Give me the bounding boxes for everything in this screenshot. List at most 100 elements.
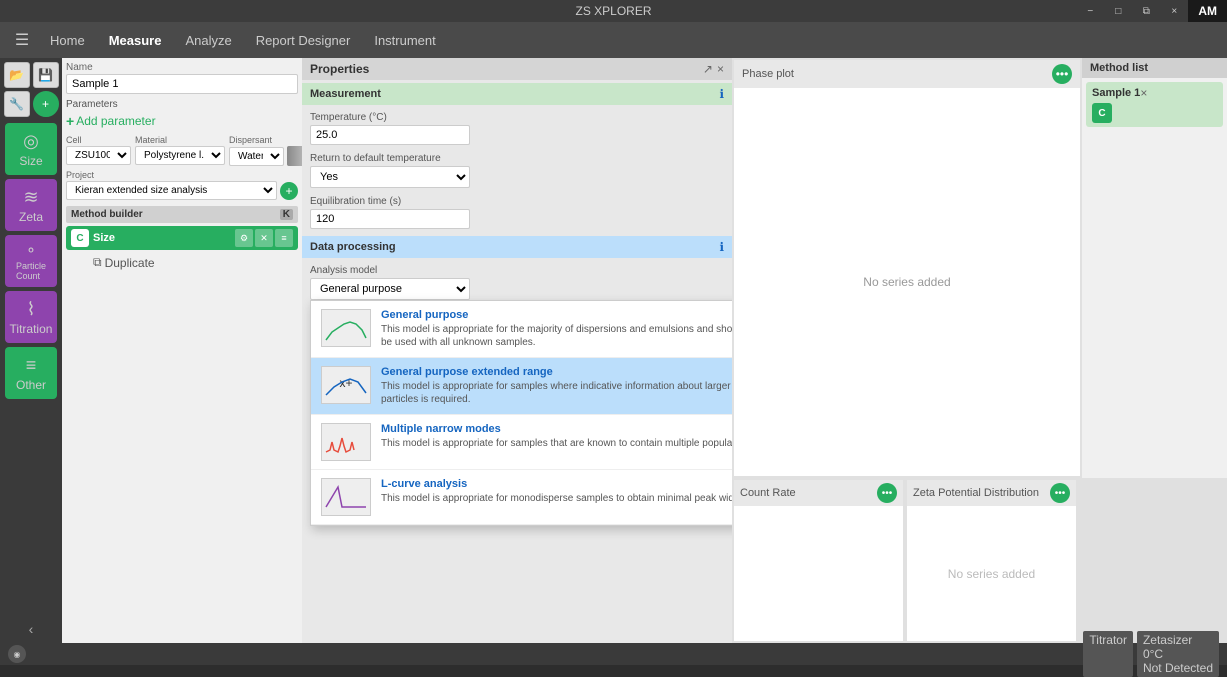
cell-group: Cell ZSU1002	[66, 135, 131, 166]
method-builder-close-button[interactable]: K	[280, 209, 293, 220]
sidebar-item-titration[interactable]: ⌇ Titration	[5, 291, 57, 343]
settings-button[interactable]: 🔧	[4, 91, 30, 117]
analysis-dropdown: General purpose This model is appropriat…	[310, 300, 732, 526]
dropdown-item-multiple-narrow[interactable]: Multiple narrow modes This model is appr…	[311, 415, 732, 470]
window-controls: − □ ⧉ × AM	[1076, 0, 1227, 22]
properties-close-button[interactable]: ×	[717, 62, 724, 76]
sidebar-item-size[interactable]: ◎ Size	[5, 123, 57, 175]
title-bar: ZS XPLORER − □ ⧉ × AM	[0, 0, 1227, 22]
app-title: ZS XPLORER	[575, 4, 651, 18]
dropdown-desc-multiple-narrow: This model is appropriate for samples th…	[381, 437, 732, 450]
dispersant-color-bar	[287, 146, 302, 166]
return-temp-group: Return to default temperature Yes No	[302, 149, 732, 192]
method-builder-header: Method builder K	[66, 206, 298, 223]
sidebar-item-zeta[interactable]: ≋ Zeta	[5, 179, 57, 231]
size-drag-button[interactable]: ≡	[275, 229, 293, 247]
cell-select[interactable]: ZSU1002	[66, 146, 131, 165]
project-row: Kieran extended size analysis +	[66, 181, 298, 200]
duplicate-icon: ⧉	[93, 255, 102, 270]
method-sample-item[interactable]: Sample 1 × C	[1086, 82, 1223, 127]
temperature-group: Temperature (°C)	[302, 108, 732, 149]
project-label: Project	[66, 170, 298, 180]
temperature-input[interactable]	[310, 125, 470, 145]
menu-home[interactable]: Home	[40, 29, 95, 52]
cell-label: Cell	[66, 135, 131, 145]
zeta-dist-chart-area: No series added	[907, 506, 1076, 641]
zeta-dist-header: Zeta Potential Distribution •••	[907, 480, 1076, 506]
method-builder-title: Method builder	[71, 209, 143, 220]
equil-input[interactable]	[310, 209, 470, 229]
project-select[interactable]: Kieran extended size analysis	[66, 181, 277, 200]
zetasizer-detect: Not Detected	[1143, 661, 1213, 675]
method-sample-close-button[interactable]: ×	[1140, 86, 1147, 100]
minimize-button[interactable]: −	[1076, 0, 1104, 22]
dropdown-thumb-extended-range: x+	[321, 366, 371, 404]
sidebar-item-zeta-label: Zeta	[19, 210, 43, 224]
save-button[interactable]: 💾	[33, 62, 59, 88]
dropdown-title-multiple-narrow: Multiple narrow modes	[381, 423, 732, 435]
sidebar-item-titration-label: Titration	[10, 322, 53, 336]
properties-panel: Properties ↗ × Measurement ℹ Temperature…	[302, 58, 732, 643]
phase-plot-menu-button[interactable]: •••	[1052, 64, 1072, 84]
dispersant-select[interactable]: Water	[229, 147, 284, 166]
method-sample-icon: C	[1092, 103, 1112, 123]
tool-panel: Name Parameters + Add parameter Cell ZSU…	[62, 58, 302, 643]
size-edit-button[interactable]: ⚙	[235, 229, 253, 247]
add-button[interactable]: +	[33, 91, 59, 117]
dispersant-label: Dispersant	[229, 135, 302, 145]
zeta-dist-panel: Zeta Potential Distribution ••• No serie…	[907, 480, 1076, 641]
size-icon: ◎	[23, 131, 39, 152]
material-select[interactable]: Polystyrene l...	[135, 146, 225, 165]
toolbar: 📂 💾 🔧 +	[0, 62, 62, 117]
measurement-info-icon[interactable]: ℹ	[719, 87, 724, 101]
zeta-dist-title: Zeta Potential Distribution	[913, 487, 1039, 499]
restore-button[interactable]: ⧉	[1132, 0, 1160, 22]
duplicate-button[interactable]: ⧉ Duplicate	[88, 253, 298, 272]
size-item[interactable]: C Size ⚙ ✕ ≡	[66, 226, 298, 250]
count-rate-menu-button[interactable]: •••	[877, 483, 897, 503]
sidebar-item-other[interactable]: ≡ Other	[5, 347, 57, 399]
dropdown-text-multiple-narrow: Multiple narrow modes This model is appr…	[381, 423, 732, 450]
measurement-section-header: Measurement ℹ	[302, 83, 732, 105]
duplicate-label: Duplicate	[105, 256, 155, 270]
status-right: Titrator Zetasizer 0°C Not Detected	[1083, 631, 1219, 677]
user-badge: AM	[1188, 0, 1227, 22]
add-parameter-button[interactable]: + Add parameter	[66, 113, 298, 129]
menu-hamburger-icon[interactable]: ☰	[8, 26, 36, 54]
menu-instrument[interactable]: Instrument	[364, 29, 445, 52]
method-list-header: Method list	[1082, 58, 1227, 78]
dropdown-desc-general-purpose: This model is appropriate for the majori…	[381, 323, 732, 349]
menu-measure[interactable]: Measure	[99, 29, 172, 52]
material-group: Material Polystyrene l...	[135, 135, 225, 166]
properties-controls: ↗ ×	[703, 62, 724, 76]
menu-analyze[interactable]: Analyze	[175, 29, 241, 52]
close-button[interactable]: ×	[1160, 0, 1188, 22]
return-temp-select[interactable]: Yes No	[310, 166, 470, 188]
maximize-button[interactable]: □	[1104, 0, 1132, 22]
analysis-model-label: Analysis model	[310, 265, 724, 276]
titrator-label: Titrator	[1089, 633, 1127, 647]
sidebar-collapse-button[interactable]: ‹	[29, 621, 34, 643]
dropdown-item-general-purpose[interactable]: General purpose This model is appropriat…	[311, 301, 732, 358]
open-button[interactable]: 📂	[4, 62, 30, 88]
size-item-actions: ⚙ ✕ ≡	[235, 229, 293, 247]
size-remove-button[interactable]: ✕	[255, 229, 273, 247]
titration-icon: ⌇	[27, 299, 36, 320]
project-add-button[interactable]: +	[280, 182, 298, 200]
sample-name-input[interactable]	[66, 74, 298, 94]
dropdown-desc-lcurve: This model is appropriate for monodisper…	[381, 492, 732, 505]
count-rate-header: Count Rate •••	[734, 480, 903, 506]
properties-expand-button[interactable]: ↗	[703, 62, 713, 76]
menu-report-designer[interactable]: Report Designer	[246, 29, 361, 52]
data-processing-section-header: Data processing ℹ	[302, 236, 732, 258]
data-processing-info-icon[interactable]: ℹ	[719, 240, 724, 254]
main-body: 📂 💾 🔧 + ◎ Size ≋ Zeta ⚬ ParticleCount ⌇ …	[0, 58, 1227, 643]
zeta-dist-menu-button[interactable]: •••	[1050, 483, 1070, 503]
sidebar-item-particle[interactable]: ⚬ ParticleCount	[5, 235, 57, 287]
dropdown-item-extended-range[interactable]: x+ General purpose extended range This m…	[311, 358, 732, 415]
temperature-label: Temperature (°C)	[310, 112, 724, 123]
analysis-model-select[interactable]: General purpose General purpose extended…	[310, 278, 470, 300]
dropdown-item-lcurve[interactable]: L-curve analysis This model is appropria…	[311, 470, 732, 525]
dropdown-thumb-lcurve	[321, 478, 371, 516]
properties-title: Properties	[310, 62, 369, 76]
